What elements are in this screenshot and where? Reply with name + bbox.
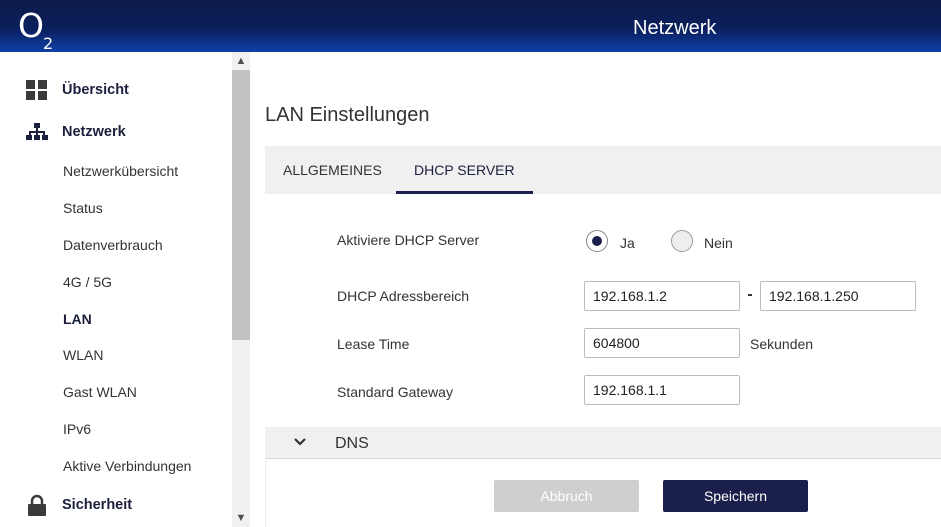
cancel-button[interactable]: Abbruch xyxy=(494,480,639,512)
save-button[interactable]: Speichern xyxy=(663,480,808,512)
sidebar-item-label: Sicherheit xyxy=(62,497,133,513)
gateway-label: Standard Gateway xyxy=(337,384,453,400)
sidebar-item-wlan[interactable]: WLAN xyxy=(63,347,103,363)
dhcp-enable-label: Aktiviere DHCP Server xyxy=(337,232,480,248)
sidebar-item-status[interactable]: Status xyxy=(63,200,103,216)
grid-icon xyxy=(26,79,48,101)
sidebar-item-netzwerkuebersicht[interactable]: Netzwerkübersicht xyxy=(63,163,178,179)
dhcp-radio-nein[interactable] xyxy=(671,230,693,252)
lock-icon xyxy=(26,494,48,516)
sidebar-item-lan[interactable]: LAN xyxy=(63,311,92,327)
dns-accordion[interactable]: DNS xyxy=(265,427,941,459)
sidebar-item-ipv6[interactable]: IPv6 xyxy=(63,421,91,437)
sidebar-scrollbar[interactable]: ▲ ▼ xyxy=(232,52,250,527)
radio-nein-label: Nein xyxy=(704,235,733,251)
dhcp-range-label: DHCP Adressbereich xyxy=(337,288,470,304)
sidebar-item-gast-wlan[interactable]: Gast WLAN xyxy=(63,384,137,400)
sidebar-item-label: Übersicht xyxy=(62,82,129,98)
radio-ja-label: Ja xyxy=(620,235,635,251)
lease-time-label: Lease Time xyxy=(337,336,410,352)
sidebar-item-sicherheit[interactable]: Sicherheit xyxy=(26,494,132,516)
sidebar-item-uebersicht[interactable]: Übersicht xyxy=(26,79,129,101)
scroll-thumb[interactable] xyxy=(232,70,250,340)
main-content: LAN Einstellungen ALLGEMEINES DHCP SERVE… xyxy=(250,52,941,527)
sidebar-item-4g-5g[interactable]: 4G / 5G xyxy=(63,274,112,290)
dhcp-radio-ja[interactable] xyxy=(586,230,608,252)
scroll-up-icon[interactable]: ▲ xyxy=(232,52,250,70)
page-title: LAN Einstellungen xyxy=(265,104,430,126)
scroll-down-icon[interactable]: ▼ xyxy=(232,509,250,527)
sidebar: Übersicht Netzwerk Netzwerkübersicht Sta… xyxy=(0,52,250,527)
sidebar-item-netzwerk[interactable]: Netzwerk xyxy=(26,121,126,143)
chevron-down-icon[interactable] xyxy=(293,435,307,449)
lease-time-unit: Sekunden xyxy=(750,336,814,352)
tab-dhcp-server[interactable]: DHCP SERVER xyxy=(396,146,533,194)
gateway-input[interactable]: 192.168.1.1 xyxy=(584,375,740,405)
sidebar-item-label: Netzwerk xyxy=(62,124,126,140)
network-icon xyxy=(26,121,48,143)
header-title: Netzwerk xyxy=(633,17,717,39)
form-footer: Abbruch Speichern xyxy=(265,460,941,527)
dns-section-label: DNS xyxy=(335,435,369,452)
tab-bar: ALLGEMEINES DHCP SERVER xyxy=(265,146,941,194)
lease-time-input[interactable]: 604800 xyxy=(584,328,740,358)
range-separator xyxy=(748,294,752,296)
sidebar-item-datenverbrauch[interactable]: Datenverbrauch xyxy=(63,237,163,253)
sidebar-item-aktive-verbindungen[interactable]: Aktive Verbindungen xyxy=(63,458,191,474)
app-header: O2 Netzwerk xyxy=(0,0,941,53)
tab-allgemeines[interactable]: ALLGEMEINES xyxy=(265,146,400,194)
dhcp-range-end-input[interactable]: 192.168.1.250 xyxy=(760,281,916,311)
dhcp-range-start-input[interactable]: 192.168.1.2 xyxy=(584,281,740,311)
